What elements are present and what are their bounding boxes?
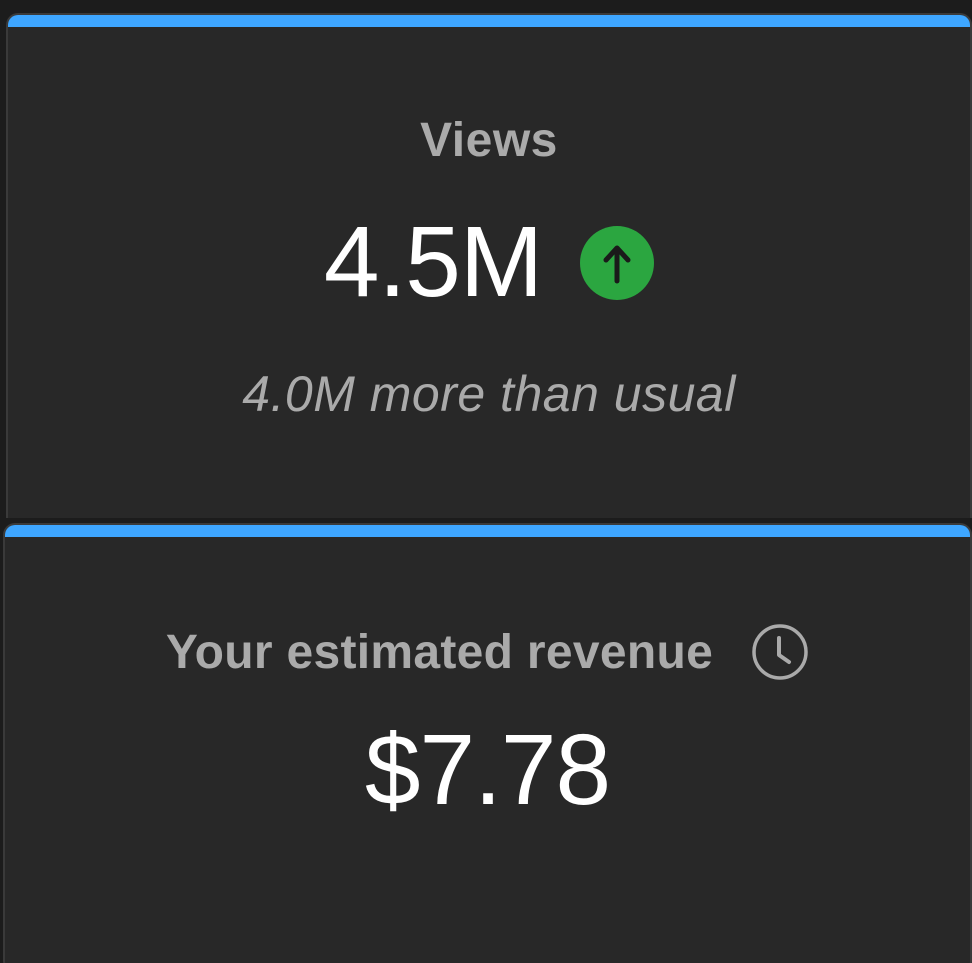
revenue-value: $7.78 xyxy=(364,714,611,826)
views-card[interactable]: Views 4.5M 4.0M more than usual xyxy=(6,13,972,518)
card-accent-bar xyxy=(5,525,970,537)
revenue-value-row: $7.78 xyxy=(5,713,970,828)
revenue-card[interactable]: Your estimated revenue $7.78 xyxy=(3,523,972,963)
revenue-label: Your estimated revenue xyxy=(165,625,714,679)
views-value-row: 4.5M xyxy=(8,205,970,320)
views-label: Views xyxy=(420,114,558,167)
views-comparison-text: 4.0M more than usual xyxy=(242,366,736,422)
card-accent-bar xyxy=(8,15,970,27)
arrow-up-icon xyxy=(580,225,655,300)
revenue-label-row: Your estimated revenue xyxy=(5,623,970,681)
analytics-page: Views 4.5M 4.0M more than usual Your est… xyxy=(0,0,972,963)
clock-icon[interactable] xyxy=(751,623,809,681)
views-value: 4.5M xyxy=(323,206,543,318)
